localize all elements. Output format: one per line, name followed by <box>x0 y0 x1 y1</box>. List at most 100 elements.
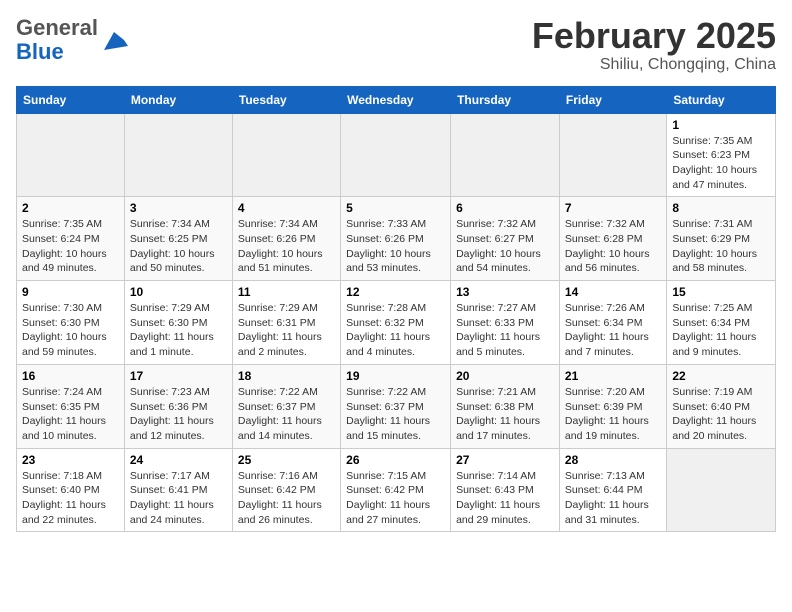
day-info: Sunrise: 7:35 AMSunset: 6:23 PMDaylight:… <box>672 134 770 193</box>
day-info: Sunrise: 7:27 AMSunset: 6:33 PMDaylight:… <box>456 301 554 360</box>
calendar-cell: 10 Sunrise: 7:29 AMSunset: 6:30 PMDayligh… <box>124 281 232 365</box>
logo: General Blue <box>16 16 128 64</box>
day-number: 4 <box>238 201 335 215</box>
calendar-week-row: 2Sunrise: 7:35 AMSunset: 6:24 PMDaylight… <box>17 197 776 281</box>
weekday-header: Thursday <box>451 86 560 113</box>
day-info: Sunrise: 7:24 AMSunset: 6:35 PMDaylight:… <box>22 385 119 444</box>
calendar-cell <box>667 448 776 532</box>
subtitle: Shiliu, Chongqing, China <box>532 56 776 74</box>
weekday-header: Monday <box>124 86 232 113</box>
calendar-cell <box>559 113 666 197</box>
calendar-cell: 11 Sunrise: 7:29 AMSunset: 6:31 PMDayligh… <box>232 281 340 365</box>
calendar-week-row: 9 Sunrise: 7:30 AMSunset: 6:30 PMDaylight… <box>17 281 776 365</box>
day-number: 3 <box>130 201 227 215</box>
day-number: 11 <box>238 285 335 299</box>
calendar-cell: 27 Sunrise: 7:14 AMSunset: 6:43 PMDayligh… <box>451 448 560 532</box>
day-info: Sunrise: 7:34 AMSunset: 6:25 PMDaylight:… <box>130 217 227 276</box>
day-number: 18 <box>238 369 335 383</box>
day-number: 26 <box>346 453 445 467</box>
day-info: Sunrise: 7:22 AMSunset: 6:37 PMDaylight:… <box>346 385 445 444</box>
month-title: February 2025 <box>532 16 776 56</box>
day-number: 5 <box>346 201 445 215</box>
calendar-cell: 1 Sunrise: 7:35 AMSunset: 6:23 PMDaylight… <box>667 113 776 197</box>
day-info: Sunrise: 7:19 AMSunset: 6:40 PMDaylight:… <box>672 385 770 444</box>
day-info: Sunrise: 7:16 AMSunset: 6:42 PMDaylight:… <box>238 469 335 528</box>
day-number: 6 <box>456 201 554 215</box>
calendar-cell: 18 Sunrise: 7:22 AMSunset: 6:37 PMDayligh… <box>232 364 340 448</box>
day-number: 17 <box>130 369 227 383</box>
day-number: 24 <box>130 453 227 467</box>
calendar-cell: 5 Sunrise: 7:33 AMSunset: 6:26 PMDaylight… <box>341 197 451 281</box>
calendar-cell: 28 Sunrise: 7:13 AMSunset: 6:44 PMDayligh… <box>559 448 666 532</box>
calendar-cell: 25 Sunrise: 7:16 AMSunset: 6:42 PMDayligh… <box>232 448 340 532</box>
calendar-cell <box>124 113 232 197</box>
day-info: Sunrise: 7:22 AMSunset: 6:37 PMDaylight:… <box>238 385 335 444</box>
calendar-week-row: 16 Sunrise: 7:24 AMSunset: 6:35 PMDayligh… <box>17 364 776 448</box>
logo-icon <box>100 26 128 54</box>
calendar-cell: 13 Sunrise: 7:27 AMSunset: 6:33 PMDayligh… <box>451 281 560 365</box>
day-info: Sunrise: 7:20 AMSunset: 6:39 PMDaylight:… <box>565 385 661 444</box>
calendar-cell: 15Sunrise: 7:25 AMSunset: 6:34 PMDayligh… <box>667 281 776 365</box>
weekday-header: Wednesday <box>341 86 451 113</box>
calendar-cell: 21 Sunrise: 7:20 AMSunset: 6:39 PMDayligh… <box>559 364 666 448</box>
calendar-cell <box>451 113 560 197</box>
day-info: Sunrise: 7:29 AMSunset: 6:31 PMDaylight:… <box>238 301 335 360</box>
logo-blue: Blue <box>16 39 64 64</box>
day-info: Sunrise: 7:17 AMSunset: 6:41 PMDaylight:… <box>130 469 227 528</box>
day-info: Sunrise: 7:30 AMSunset: 6:30 PMDaylight:… <box>22 301 119 360</box>
day-number: 12 <box>346 285 445 299</box>
weekday-header: Friday <box>559 86 666 113</box>
weekday-header: Tuesday <box>232 86 340 113</box>
day-number: 1 <box>672 118 770 132</box>
weekday-header-row: SundayMondayTuesdayWednesdayThursdayFrid… <box>17 86 776 113</box>
calendar-cell: 6 Sunrise: 7:32 AMSunset: 6:27 PMDaylight… <box>451 197 560 281</box>
calendar-cell: 22 Sunrise: 7:19 AMSunset: 6:40 PMDayligh… <box>667 364 776 448</box>
day-info: Sunrise: 7:32 AMSunset: 6:27 PMDaylight:… <box>456 217 554 276</box>
day-info: Sunrise: 7:32 AMSunset: 6:28 PMDaylight:… <box>565 217 661 276</box>
day-number: 14 <box>565 285 661 299</box>
day-info: Sunrise: 7:14 AMSunset: 6:43 PMDaylight:… <box>456 469 554 528</box>
calendar-cell: 24 Sunrise: 7:17 AMSunset: 6:41 PMDayligh… <box>124 448 232 532</box>
day-number: 16 <box>22 369 119 383</box>
day-info: Sunrise: 7:18 AMSunset: 6:40 PMDaylight:… <box>22 469 119 528</box>
day-info: Sunrise: 7:34 AMSunset: 6:26 PMDaylight:… <box>238 217 335 276</box>
page-header: General Blue February 2025 Shiliu, Chong… <box>16 16 776 74</box>
day-number: 27 <box>456 453 554 467</box>
day-number: 9 <box>22 285 119 299</box>
day-number: 28 <box>565 453 661 467</box>
calendar-cell: 26Sunrise: 7:15 AMSunset: 6:42 PMDayligh… <box>341 448 451 532</box>
calendar-cell: 19Sunrise: 7:22 AMSunset: 6:37 PMDayligh… <box>341 364 451 448</box>
day-number: 21 <box>565 369 661 383</box>
day-info: Sunrise: 7:21 AMSunset: 6:38 PMDaylight:… <box>456 385 554 444</box>
day-info: Sunrise: 7:29 AMSunset: 6:30 PMDaylight:… <box>130 301 227 360</box>
logo-general: General <box>16 15 98 40</box>
calendar-cell: 3 Sunrise: 7:34 AMSunset: 6:25 PMDaylight… <box>124 197 232 281</box>
calendar-cell: 23 Sunrise: 7:18 AMSunset: 6:40 PMDayligh… <box>17 448 125 532</box>
calendar-cell: 8Sunrise: 7:31 AMSunset: 6:29 PMDaylight… <box>667 197 776 281</box>
calendar-cell: 14Sunrise: 7:26 AMSunset: 6:34 PMDayligh… <box>559 281 666 365</box>
day-number: 2 <box>22 201 119 215</box>
day-number: 25 <box>238 453 335 467</box>
calendar-cell: 2Sunrise: 7:35 AMSunset: 6:24 PMDaylight… <box>17 197 125 281</box>
weekday-header: Sunday <box>17 86 125 113</box>
weekday-header: Saturday <box>667 86 776 113</box>
day-info: Sunrise: 7:23 AMSunset: 6:36 PMDaylight:… <box>130 385 227 444</box>
day-number: 20 <box>456 369 554 383</box>
day-number: 13 <box>456 285 554 299</box>
calendar-cell: 20 Sunrise: 7:21 AMSunset: 6:38 PMDayligh… <box>451 364 560 448</box>
calendar-cell: 7Sunrise: 7:32 AMSunset: 6:28 PMDaylight… <box>559 197 666 281</box>
calendar-week-row: 1 Sunrise: 7:35 AMSunset: 6:23 PMDaylight… <box>17 113 776 197</box>
day-info: Sunrise: 7:31 AMSunset: 6:29 PMDaylight:… <box>672 217 770 276</box>
calendar-cell <box>17 113 125 197</box>
day-info: Sunrise: 7:33 AMSunset: 6:26 PMDaylight:… <box>346 217 445 276</box>
calendar-cell: 9 Sunrise: 7:30 AMSunset: 6:30 PMDaylight… <box>17 281 125 365</box>
day-number: 10 <box>130 285 227 299</box>
calendar-cell <box>232 113 340 197</box>
calendar-cell: 12Sunrise: 7:28 AMSunset: 6:32 PMDayligh… <box>341 281 451 365</box>
calendar-cell <box>341 113 451 197</box>
calendar-week-row: 23 Sunrise: 7:18 AMSunset: 6:40 PMDayligh… <box>17 448 776 532</box>
day-number: 22 <box>672 369 770 383</box>
title-block: February 2025 Shiliu, Chongqing, China <box>532 16 776 74</box>
day-info: Sunrise: 7:13 AMSunset: 6:44 PMDaylight:… <box>565 469 661 528</box>
day-number: 23 <box>22 453 119 467</box>
